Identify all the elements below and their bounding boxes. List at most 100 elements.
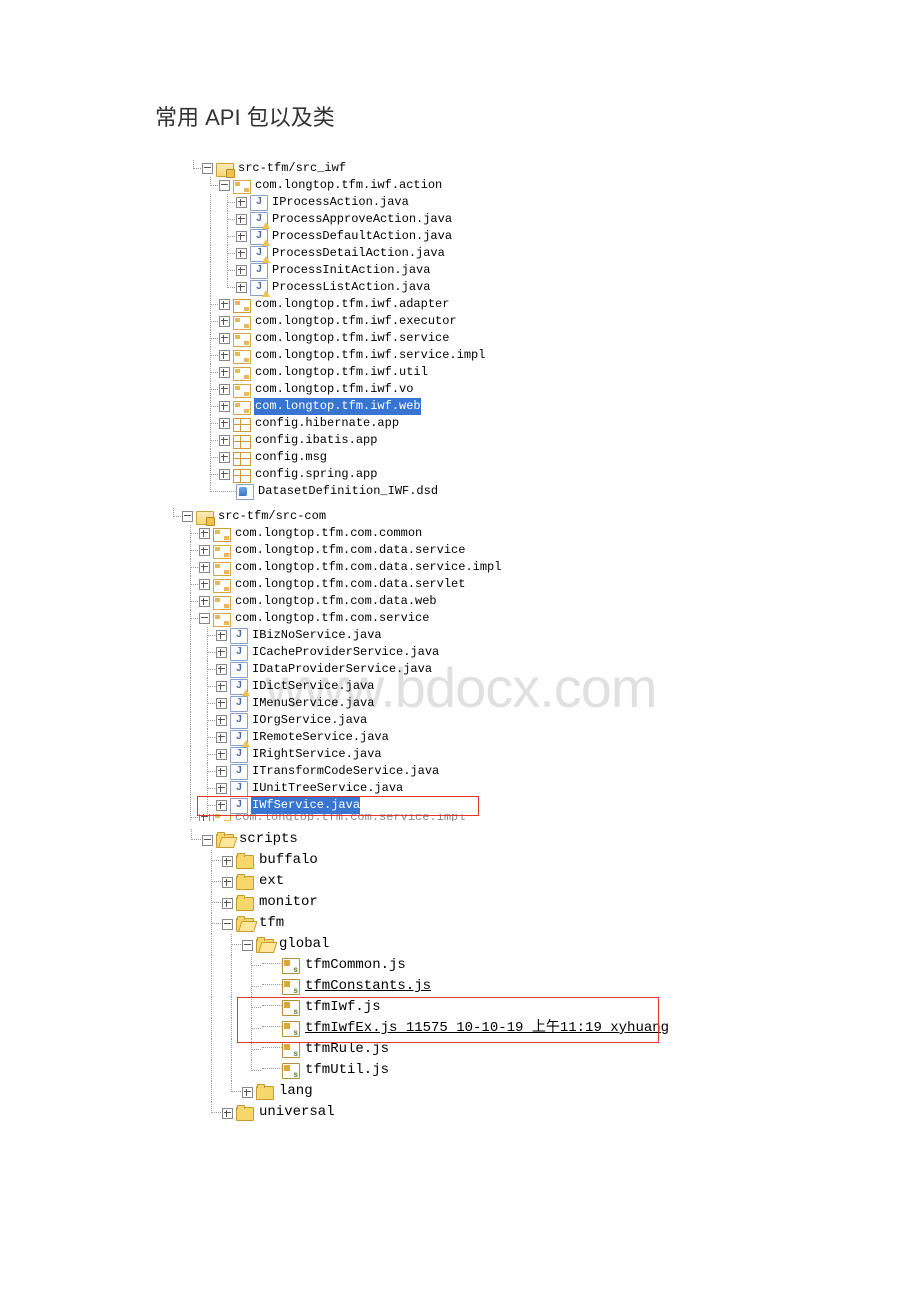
- tree-node[interactable]: com.longtop.tfm.com.data.service: [165, 542, 770, 559]
- node-label: config.msg: [254, 449, 327, 466]
- folder-icon: [236, 876, 254, 890]
- node-label: com.longtop.tfm.com.data.servlet: [234, 576, 465, 593]
- tree-node[interactable]: lang: [182, 1081, 770, 1102]
- java-file-icon: [250, 280, 268, 296]
- tree-node[interactable]: IDictService.java: [165, 678, 770, 695]
- node-label: ProcessDetailAction.java: [271, 245, 445, 262]
- java-file-icon: [230, 730, 248, 746]
- node-label: ProcessInitAction.java: [271, 262, 430, 279]
- tree-node[interactable]: com.longtop.tfm.iwf.executor: [185, 313, 770, 330]
- title-cn-suffix: 包以及类: [241, 105, 335, 130]
- tree-node[interactable]: IBizNoService.java: [165, 627, 770, 644]
- java-file-icon: [230, 781, 248, 797]
- tree-node[interactable]: com.longtop.tfm.com.data.web: [165, 593, 770, 610]
- tree-node[interactable]: scripts: [182, 829, 770, 850]
- tree-node[interactable]: ProcessInitAction.java: [185, 262, 770, 279]
- tree-node[interactable]: IRemoteService.java: [165, 729, 770, 746]
- tree-node[interactable]: com.longtop.tfm.iwf.action: [185, 177, 770, 194]
- tree-node[interactable]: IUnitTreeService.java: [165, 780, 770, 797]
- tree-node[interactable]: global: [182, 934, 770, 955]
- java-file-icon: [250, 246, 268, 262]
- tree-node[interactable]: IProcessAction.java: [185, 194, 770, 211]
- tree-node[interactable]: com.longtop.tfm.com.common: [165, 525, 770, 542]
- java-file-icon: [250, 229, 268, 245]
- tree-node[interactable]: buffalo: [182, 850, 770, 871]
- tree-node[interactable]: config.ibatis.app: [185, 432, 770, 449]
- tree-node[interactable]: tfmUtil.js: [182, 1060, 770, 1081]
- node-label: ProcessApproveAction.java: [271, 211, 452, 228]
- package-icon: [213, 562, 231, 576]
- node-label: ITransformCodeService.java: [251, 763, 439, 780]
- node-label: com.longtop.tfm.com.service: [234, 610, 429, 627]
- tree-node[interactable]: com.longtop.tfm.iwf.adapter: [185, 296, 770, 313]
- node-label: tfmCommon.js: [304, 955, 406, 976]
- node-label: com.longtop.tfm.com.common: [234, 525, 422, 542]
- tree-node[interactable]: com.longtop.tfm.com.data.service.impl: [165, 559, 770, 576]
- tree-node[interactable]: com.longtop.tfm.iwf.vo: [185, 381, 770, 398]
- tree-node[interactable]: config.msg: [185, 449, 770, 466]
- title-cn-prefix: 常用: [155, 105, 205, 130]
- tree-node[interactable]: tfm: [182, 913, 770, 934]
- tree-node[interactable]: ProcessDetailAction.java: [185, 245, 770, 262]
- java-file-icon: [230, 662, 248, 678]
- tree-node[interactable]: IOrgService.java: [165, 712, 770, 729]
- java-file-icon: [230, 696, 248, 712]
- java-file-icon: [230, 645, 248, 661]
- tree-node[interactable]: ProcessDefaultAction.java: [185, 228, 770, 245]
- tree-node[interactable]: tfmRule.js: [182, 1039, 770, 1060]
- java-file-icon: [230, 798, 248, 814]
- tree-node[interactable]: IDataProviderService.java: [165, 661, 770, 678]
- node-label: com.longtop.tfm.iwf.service: [254, 330, 449, 347]
- source-folder-icon: [216, 163, 234, 177]
- package-icon: [233, 180, 251, 194]
- tree-node[interactable]: IMenuService.java: [165, 695, 770, 712]
- tree-node[interactable]: src-tfm/src-com: [165, 508, 770, 525]
- tree-node[interactable]: com.longtop.tfm.iwf.service: [185, 330, 770, 347]
- package-icon: [213, 545, 231, 559]
- tree-node[interactable]: tfmCommon.js: [182, 955, 770, 976]
- tree-node[interactable]: IRightService.java: [165, 746, 770, 763]
- package-icon: [213, 613, 231, 627]
- tree-node[interactable]: tfmIwfEx.js 11575 10-10-19 上午11:19 xyhua…: [182, 1018, 770, 1039]
- node-label: monitor: [258, 892, 318, 913]
- node-label: IBizNoService.java: [251, 627, 382, 644]
- java-file-icon: [230, 713, 248, 729]
- tree-node[interactable]: config.spring.app: [185, 466, 770, 483]
- tree-node[interactable]: monitor: [182, 892, 770, 913]
- node-label: com.longtop.tfm.iwf.adapter: [254, 296, 449, 313]
- tree-node[interactable]: com.longtop.tfm.iwf.service.impl: [185, 347, 770, 364]
- folder-icon: [256, 1086, 274, 1100]
- tree-node[interactable]: ITransformCodeService.java: [165, 763, 770, 780]
- node-label: config.ibatis.app: [254, 432, 377, 449]
- package-icon: [233, 469, 251, 483]
- package-icon: [233, 384, 251, 398]
- java-file-icon: [230, 679, 248, 695]
- tree-node[interactable]: tfmConstants.js: [182, 976, 770, 997]
- tree-node[interactable]: src-tfm/src_iwf: [185, 160, 770, 177]
- tree-node[interactable]: com.longtop.tfm.com.service: [165, 610, 770, 627]
- tree-node[interactable]: com.longtop.tfm.com.data.servlet: [165, 576, 770, 593]
- tree-node[interactable]: DatasetDefinition_IWF.dsd: [185, 483, 770, 500]
- tree-node[interactable]: tfmIwf.js: [182, 997, 770, 1018]
- tree-node[interactable]: ICacheProviderService.java: [165, 644, 770, 661]
- tree-node[interactable]: universal: [182, 1102, 770, 1123]
- tree-node[interactable]: ProcessApproveAction.java: [185, 211, 770, 228]
- tree-node[interactable]: com.longtop.tfm.iwf.web: [185, 398, 770, 415]
- js-file-icon: [282, 1042, 300, 1058]
- tree-node[interactable]: com.longtop.tfm.iwf.util: [185, 364, 770, 381]
- js-file-icon: [282, 979, 300, 995]
- tree-node[interactable]: ProcessListAction.java: [185, 279, 770, 296]
- tree-node[interactable]: config.hibernate.app: [185, 415, 770, 432]
- js-file-icon: [282, 1000, 300, 1016]
- tree-node[interactable]: ext: [182, 871, 770, 892]
- page-title: 常用 API 包以及类: [155, 100, 770, 132]
- node-label: com.longtop.tfm.com.service.impl: [234, 814, 465, 821]
- package-icon: [213, 579, 231, 593]
- node-label: tfm: [258, 913, 284, 934]
- node-label: IUnitTreeService.java: [251, 780, 403, 797]
- package-icon: [233, 316, 251, 330]
- node-label: tfmConstants.js: [304, 976, 431, 997]
- node-label: com.longtop.tfm.iwf.web: [254, 398, 421, 415]
- tree-node[interactable]: IWfService.java: [165, 797, 770, 814]
- tree-scripts: scripts buffalo ext monitor tfm global t…: [182, 829, 770, 1123]
